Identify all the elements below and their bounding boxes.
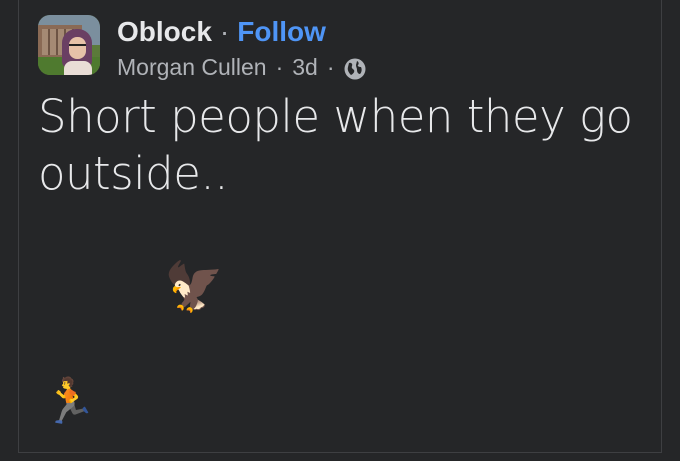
- follow-button[interactable]: Follow: [237, 16, 326, 47]
- post-timestamp[interactable]: 3d: [292, 52, 318, 82]
- group-name-link[interactable]: Oblock: [117, 16, 212, 47]
- author-name-link[interactable]: Morgan Cullen: [117, 52, 267, 82]
- running-person-emoji: 🏃: [42, 377, 97, 426]
- eagle-emoji: 🦅: [164, 261, 224, 314]
- group-avatar[interactable]: [38, 15, 100, 75]
- meta-separator: ·: [275, 54, 284, 80]
- post-body-text: Short people when they go outside..: [38, 90, 633, 200]
- avatar-person-shirt: [64, 61, 92, 75]
- meta-separator-2: ·: [326, 54, 335, 80]
- post-meta: Morgan Cullen · 3d ·: [117, 52, 366, 82]
- post-header: Oblock · Follow: [117, 14, 326, 50]
- avatar-person-glasses: [69, 44, 86, 50]
- header-separator: ·: [219, 16, 230, 47]
- globe-icon: [344, 57, 366, 80]
